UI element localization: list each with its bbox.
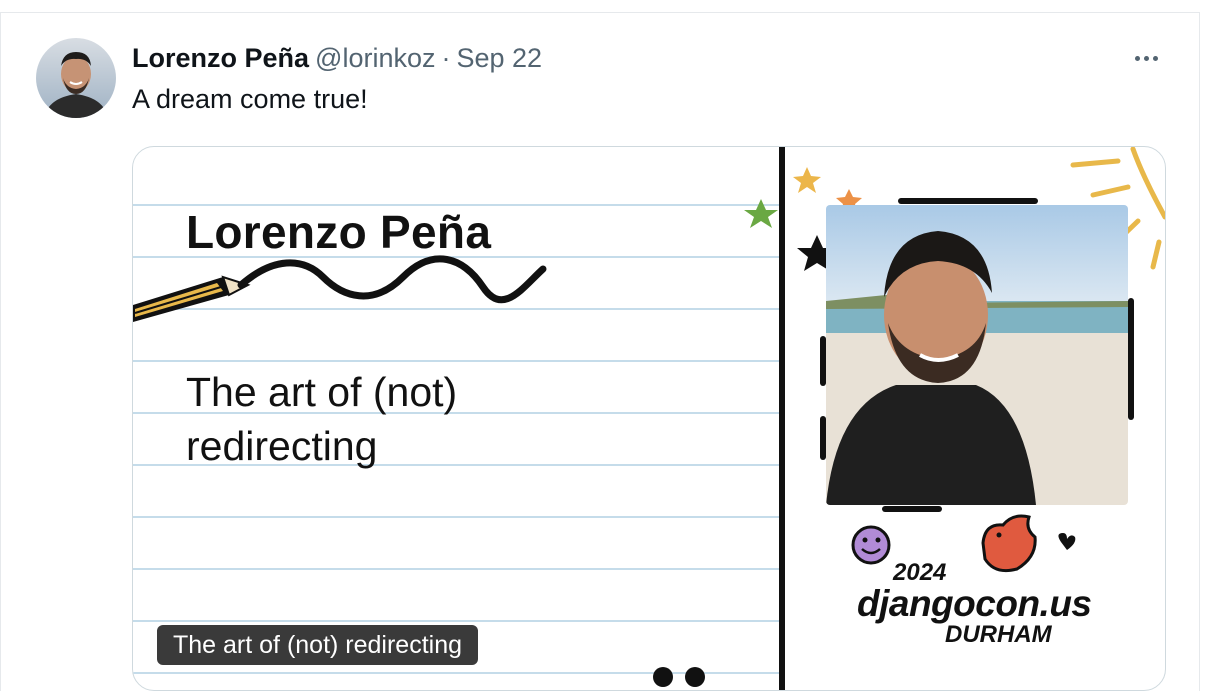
quote-icons (653, 667, 705, 687)
tweet-header: Lorenzo Peña @lorinkoz · Sep 22 (132, 40, 542, 76)
event-name: djangocon.us (857, 583, 1092, 624)
media-caption: The art of (not) redirecting (157, 625, 479, 665)
media-card[interactable]: Lorenzo Peña The art of (not) redirectin… (132, 146, 1166, 691)
more-horizontal-icon[interactable] (1128, 44, 1164, 72)
star-green-icon (744, 199, 778, 228)
pencil-icon (133, 275, 251, 322)
avatar[interactable] (36, 38, 116, 118)
speaker-photo (826, 205, 1128, 505)
smiley-icon (851, 525, 891, 565)
star-yellow-icon (793, 167, 821, 193)
heart-icon (1058, 533, 1076, 550)
talk-title: The art of (not) redirecting (186, 369, 458, 469)
tweet-text: A dream come true! (132, 84, 368, 114)
tweet-date[interactable]: Sep 22 (456, 43, 542, 74)
bird-icon (981, 514, 1037, 573)
author-name[interactable]: Lorenzo Peña (132, 43, 309, 74)
speaker-name: Lorenzo Peña (186, 206, 492, 258)
separator-dot: · (441, 42, 451, 73)
event-city: DURHAM (945, 621, 1052, 648)
author-handle[interactable]: @lorinkoz (315, 43, 435, 74)
